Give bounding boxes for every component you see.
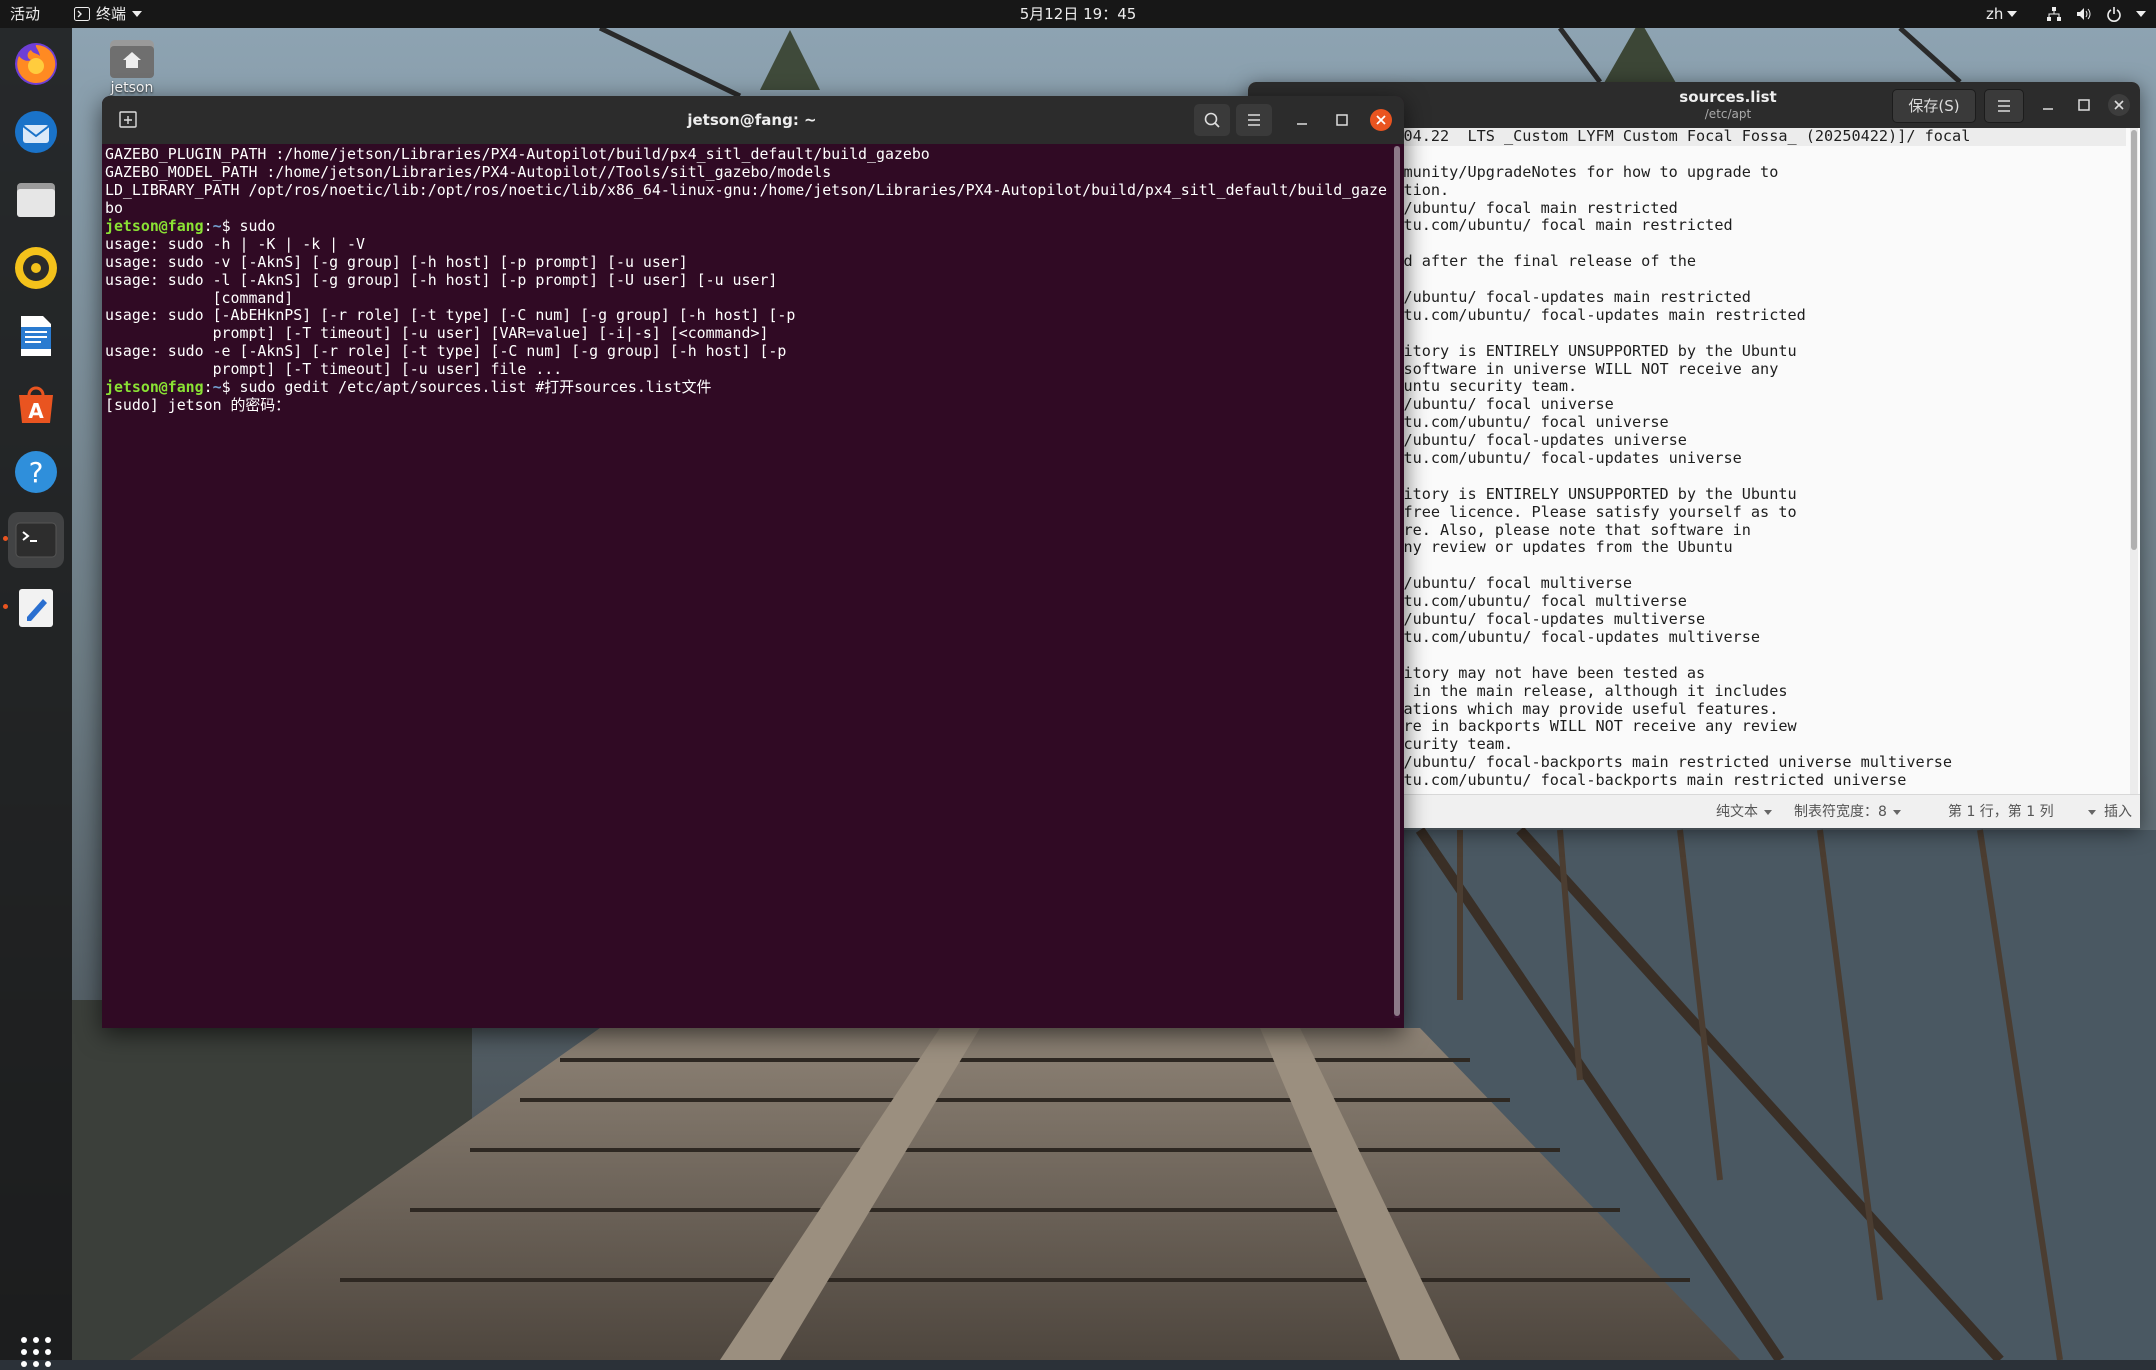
software-store-icon: A [19,386,53,423]
top-bar: 活动 终端 5月12日 19：45 zh [0,0,2156,28]
terminal-line: LD_LIBRARY_PATH /opt/ros/noetic/lib:/opt… [105,180,1387,199]
shell-prompt: jetson@fang [105,378,204,397]
input-method-label: zh [1986,5,2004,23]
input-method-button[interactable]: zh [1986,0,2018,28]
firefox-icon [15,43,57,85]
new-tab-button[interactable] [108,104,148,136]
terminal-line: bo [105,198,123,217]
tab-width-selector[interactable]: 制表符宽度：8 [1794,795,1901,828]
save-button[interactable]: 保存(S) [1892,89,1976,123]
dock-text-editor[interactable] [8,580,64,636]
gedit-title: sources.list [1679,88,1777,106]
chevron-down-icon [2087,809,2096,815]
terminal-line: prompt] [-T timeout] [-u user] [VAR=valu… [105,324,769,343]
app-menu-button[interactable]: 终端 [74,0,143,28]
tab-width-label: 制表符宽度：8 [1794,804,1887,820]
maximize-icon[interactable] [1332,110,1352,130]
insert-mode-label: 插入 [2104,804,2132,820]
close-icon[interactable] [2108,94,2130,116]
home-folder-icon [110,40,154,78]
rhythmbox-icon [15,247,57,289]
system-tray[interactable] [2046,0,2146,28]
volume-icon [2077,8,2091,20]
thunderbird-icon [15,111,57,153]
writer-icon [21,316,51,356]
terminal-line: GAZEBO_MODEL_PATH :/home/jetson/Librarie… [105,162,832,181]
terminal-line: usage: sudo -v [-AknS] [-g group] [-h ho… [105,252,688,271]
shell-command: $ sudo gedit /etc/apt/sources.list #打开so… [221,378,712,397]
terminal-line: GAZEBO_PLUGIN_PATH :/home/jetson/Librari… [105,146,930,163]
power-icon [2107,7,2121,22]
app-menu-label: 终端 [96,5,127,23]
minimize-icon[interactable] [2038,95,2058,115]
show-apps-grid-icon[interactable] [18,1334,54,1370]
hamburger-icon [1248,114,1260,126]
dock-thunderbird[interactable] [8,104,64,160]
dock-files[interactable] [8,172,64,228]
terminal-line: usage: sudo [-AbEHknPS] [-r role] [-t ty… [105,306,796,325]
clock-button[interactable]: 5月12日 19：45 [1020,5,1137,23]
terminal-output[interactable]: GAZEBO_PLUGIN_PATH :/home/jetson/Librari… [105,146,1389,1026]
terminal-line: usage: sudo -e [-AknS] [-r role] [-t typ… [105,342,787,361]
terminal-line: jetson@fang:~$ sudo [105,216,276,235]
terminal-icon [15,522,57,558]
terminal-app-icon [74,7,90,21]
chevron-down-icon [2007,11,2018,17]
syntax-label: 纯文本 [1716,804,1758,820]
chevron-down-icon [1764,809,1772,815]
close-icon[interactable] [1370,109,1392,131]
terminal-menu-button[interactable] [1236,104,1272,136]
dock-software[interactable]: A [8,376,64,432]
terminal-line: prompt] [-T timeout] [-u user] file ... [105,360,563,379]
cursor-position-selector[interactable]: 第 1 行，第 1 列 [1948,795,2096,828]
cursor-position-label: 第 1 行，第 1 列 [1948,804,2054,820]
gedit-scrollbar[interactable] [2130,128,2138,794]
shell-path: ~ [212,216,222,235]
terminal-headerbar[interactable]: jetson@fang: ~ [102,96,1404,144]
terminal-line: usage: sudo -h | -K | -k | -V [105,234,365,253]
dock: A ? [0,28,72,1367]
terminal-line: [command] [105,288,294,307]
syntax-selector[interactable]: 纯文本 [1716,795,1772,828]
dock-help[interactable]: ? [8,444,64,500]
activities-button[interactable]: 活动 [10,0,40,28]
dock-writer[interactable] [8,308,64,364]
search-icon [1204,112,1220,128]
shell-path: ~ [212,378,222,397]
terminal-window: jetson@fang: ~ GAZEBO_PLUGIN_PATH :/home… [102,96,1404,1028]
terminal-title: jetson@fang: ~ [687,111,817,129]
terminal-scrollbar[interactable] [1394,146,1400,1018]
terminal-line: jetson@fang:~$ sudo gedit /etc/apt/sourc… [105,378,712,397]
network-icon [2047,7,2061,21]
terminal-search-button[interactable] [1194,104,1230,136]
dock-rhythmbox[interactable] [8,240,64,296]
help-icon: ? [15,451,57,493]
chevron-down-icon [2136,11,2146,17]
gedit-subtitle: /etc/apt [1704,107,1752,121]
chevron-down-icon [132,11,143,17]
dock-firefox[interactable] [8,36,64,92]
chevron-down-icon [1892,809,1901,815]
shell-command: $ sudo [221,216,276,235]
gedit-menu-button[interactable] [1984,89,2024,123]
maximize-icon[interactable] [2074,95,2094,115]
shell-prompt: jetson@fang [105,216,204,235]
files-icon [17,183,55,217]
text-editor-icon [19,589,53,627]
desktop-home-label: jetson [110,80,154,96]
dock-terminal[interactable] [8,512,64,568]
svg-text:A: A [28,399,44,423]
svg-text:?: ? [29,456,44,489]
terminal-line: [sudo] jetson 的密码： [105,396,291,415]
new-tab-icon [119,111,137,128]
hamburger-icon [1998,100,2010,112]
minimize-icon[interactable] [1292,110,1312,130]
terminal-line: usage: sudo -l [-AknS] [-g group] [-h ho… [105,270,778,289]
desktop-home-folder[interactable]: jetson [108,36,156,98]
